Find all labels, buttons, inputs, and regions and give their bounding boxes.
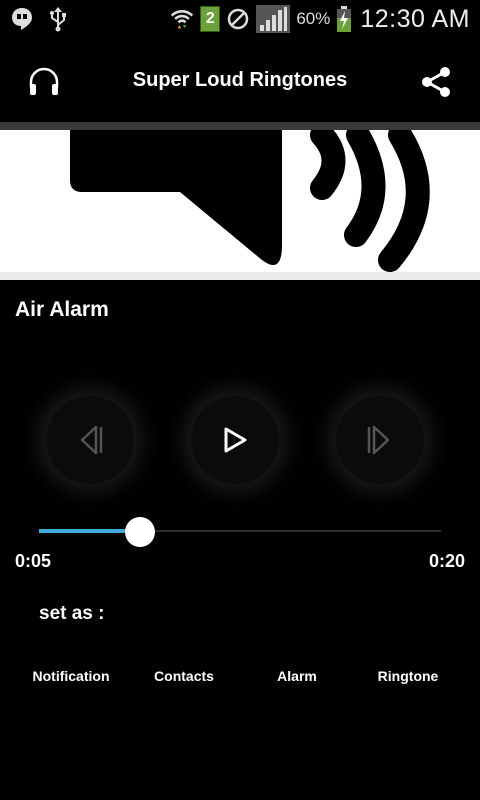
total-time: 0:20 — [428, 551, 465, 571]
next-icon — [367, 425, 390, 455]
set-as-ringtone-button[interactable]: Ringtone — [348, 668, 468, 684]
usb-icon — [46, 7, 70, 32]
play-icon — [224, 427, 247, 453]
headphones-icon[interactable] — [24, 62, 64, 102]
set-as-label: set as : — [39, 603, 105, 624]
speaker-icon — [70, 130, 430, 272]
set-as-contacts-button[interactable]: Contacts — [124, 668, 244, 684]
seek-bar-thumb[interactable] — [124, 517, 155, 547]
battery-percent: 60% — [296, 9, 331, 28]
next-button[interactable] — [336, 396, 424, 484]
status-bar: 2 60% 12:30 AM — [0, 0, 480, 38]
previous-icon — [80, 425, 103, 455]
wifi-icon — [170, 7, 194, 31]
play-button[interactable] — [191, 396, 279, 484]
previous-button[interactable] — [46, 396, 134, 484]
set-as-alarm-button[interactable]: Alarm — [237, 668, 357, 684]
do-not-disturb-icon — [226, 7, 250, 31]
battery-charging-icon — [336, 6, 352, 32]
set-as-notification-button[interactable]: Notification — [11, 668, 131, 684]
toolbar-divider — [0, 122, 480, 130]
speaker-banner — [0, 130, 480, 280]
share-icon[interactable] — [416, 62, 456, 102]
current-time: 0:05 — [15, 551, 52, 571]
app-toolbar: Super Loud Ringtones — [0, 38, 480, 122]
set-as-options: Notification Contacts Alarm Ringtone — [0, 668, 480, 698]
sim-2-icon: 2 — [200, 6, 221, 32]
banner-edge — [0, 272, 480, 280]
hangouts-icon — [10, 7, 34, 31]
signal-icon — [256, 5, 291, 33]
page-title: Super Loud Ringtones — [132, 68, 348, 91]
track-title: Air Alarm — [15, 298, 109, 321]
clock: 12:30 AM — [360, 4, 470, 33]
